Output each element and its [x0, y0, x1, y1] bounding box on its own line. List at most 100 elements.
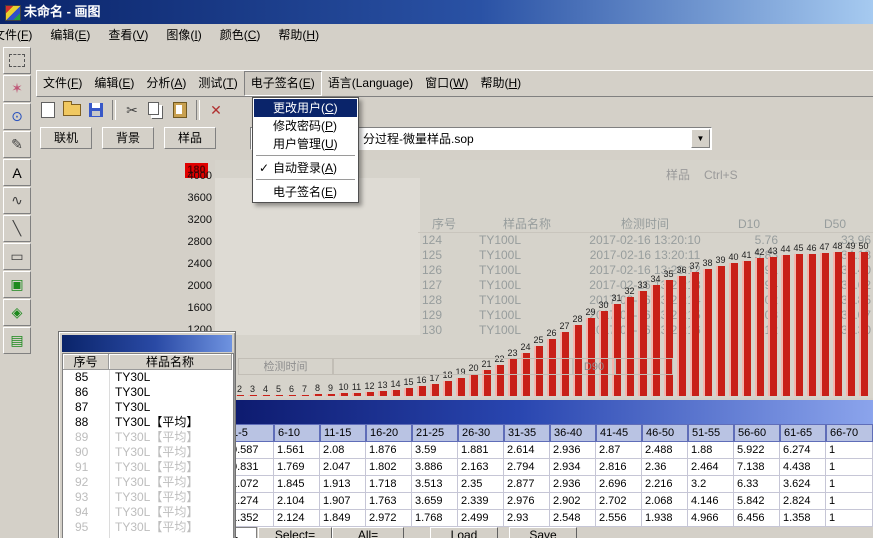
app-menu-item-3[interactable]: 分析(A) — [140, 72, 192, 95]
new-file-icon[interactable] — [37, 99, 59, 121]
dist-cell: 2.36 — [642, 459, 688, 476]
green-tool-3[interactable]: ▤ — [3, 327, 31, 354]
paint-menu-item-2[interactable]: 编辑(E) — [41, 24, 99, 46]
dist-cell: 5.842 — [734, 493, 780, 510]
list-item-cell[interactable]: TY30L【平均】 — [109, 415, 234, 430]
dist-cell: 1.802 — [366, 459, 412, 476]
dist-cell: 2.464 — [688, 459, 734, 476]
sample-table-cell: 2017-02-16 13:20:13 — [575, 278, 715, 293]
list-item-cell[interactable]: TY30L — [109, 400, 234, 415]
app-menu-item-1[interactable]: 文件(F) — [37, 72, 88, 95]
sample-table-cell: 34.85 — [799, 293, 873, 308]
rectangle-tool[interactable]: ▭ — [3, 243, 31, 270]
dist-cell: 1.907 — [320, 493, 366, 510]
background-header-cell-1: 检测时间 — [238, 358, 333, 375]
menu-item-7[interactable]: 电子签名(E) — [254, 183, 357, 201]
combobox-dropdown-arrow-icon[interactable]: ▼ — [691, 129, 710, 148]
dist-cell: 1.763 — [366, 493, 412, 510]
pencil-tool[interactable]: ✎ — [3, 131, 31, 158]
selection-rect-icon — [9, 54, 25, 67]
sample-table-cell: TY100L — [471, 293, 591, 308]
dist-cell: 2.87 — [596, 442, 642, 459]
app-menu-item-4[interactable]: 测试(T) — [192, 72, 243, 95]
dist-header-8: 36-40 — [550, 424, 596, 442]
menu-separator — [256, 155, 355, 157]
delete-icon[interactable]: ✕ — [205, 99, 227, 121]
distribution-window-title-bar[interactable] — [228, 400, 873, 424]
sample-table-cell: 5.83 — [720, 248, 778, 263]
dist-cell: 7.138 — [734, 459, 780, 476]
sample-window-title-text: 样品 — [666, 168, 690, 182]
list-item-cell: TY30L【平均】 — [109, 505, 234, 520]
paint-menu-item-1[interactable]: 文件(F) — [0, 24, 41, 46]
footer-button-select[interactable]: Select= — [258, 527, 332, 538]
dist-cell: 3.59 — [412, 442, 458, 459]
cut-icon[interactable]: ✂ — [121, 99, 143, 121]
dist-cell: 2.614 — [504, 442, 550, 459]
y-axis-tick: 1600 — [178, 302, 212, 315]
dist-cell: 1.769 — [274, 459, 320, 476]
green-tool-2[interactable]: ◈ — [3, 299, 31, 326]
footer-button-save[interactable]: Save — [509, 527, 577, 538]
curve-tool[interactable]: ∿ — [3, 187, 31, 214]
dist-cell: 2.934 — [550, 459, 596, 476]
app-menu-item-7[interactable]: 窗口(W) — [419, 72, 474, 95]
sample-table-cell: 34.40 — [799, 263, 873, 278]
dist-cell: 2.047 — [320, 459, 366, 476]
menu-item-label: 更改用户(C) — [273, 101, 338, 115]
green-tool-1[interactable]: ▣ — [3, 271, 31, 298]
select-tool[interactable] — [3, 47, 31, 74]
sample-table-cell: 2017-02-16 13:20:14 — [575, 293, 715, 308]
toolbar-button-2[interactable]: 背景 — [102, 127, 154, 149]
menu-item-label: 电子签名(E) — [273, 185, 337, 199]
paint-menu-item-5[interactable]: 颜色(C) — [211, 24, 270, 46]
line-tool[interactable]: ╲ — [3, 215, 31, 242]
new-file-icon — [41, 102, 55, 118]
sample-table-cell: TY100L — [471, 233, 591, 248]
menu-item-3[interactable]: 用户管理(U) — [254, 135, 357, 153]
dist-cell: 2.816 — [596, 459, 642, 476]
magnifier-tool[interactable]: ⊙ — [3, 103, 31, 130]
list-item-cell: TY30L【平均】 — [109, 475, 234, 490]
menu-item-1[interactable]: 更改用户(C) — [254, 99, 357, 117]
paint-menu-item-4[interactable]: 图像(I) — [157, 24, 210, 46]
paste-icon[interactable] — [169, 99, 191, 121]
menu-item-2[interactable]: 修改密码(P) — [254, 117, 357, 135]
list-item-cell[interactable]: TY30L — [109, 370, 234, 385]
footer-button-load[interactable]: Load — [430, 527, 498, 538]
app-menu-item-5[interactable]: 电子签名(E) — [244, 71, 322, 96]
app-menu-item-2[interactable]: 编辑(E) — [88, 72, 140, 95]
dist-cell: 2.972 — [366, 510, 412, 527]
footer-button-all[interactable]: All= — [332, 527, 404, 538]
paint-menu-item-3[interactable]: 查看(V) — [99, 24, 157, 46]
open-file-icon[interactable] — [61, 99, 83, 121]
sample-list-title-bar[interactable] — [62, 335, 232, 352]
sample-table-cell: 2017-02-16 13:20:16 — [575, 323, 715, 338]
menu-item-label: 修改密码(P) — [273, 119, 337, 133]
toolbar-button-1[interactable]: 联机 — [40, 127, 92, 149]
toolbar-button-3[interactable]: 样品 — [164, 127, 216, 149]
list-item-cell[interactable]: TY30L — [109, 385, 234, 400]
paint-app-icon — [5, 5, 21, 21]
freeform-select-tool[interactable]: ✶ — [3, 75, 31, 102]
list-item-cell: TY30L【平均】 — [109, 430, 234, 445]
menu-item-5[interactable]: ✓自动登录(A) — [254, 159, 357, 177]
sample-list-header-1: 序号 — [63, 354, 109, 370]
dist-cell: 3.624 — [780, 476, 826, 493]
dist-cell: 3.886 — [412, 459, 458, 476]
sample-table-cell: 5.76 — [720, 233, 778, 248]
dist-cell: 1.768 — [412, 510, 458, 527]
dist-cell: 2.35 — [458, 476, 504, 493]
save-file-icon[interactable] — [85, 99, 107, 121]
copy-icon[interactable] — [145, 99, 167, 121]
y-axis-tick: 2800 — [178, 236, 212, 249]
paint-window-title: 未命名 - 画图 — [24, 4, 101, 19]
dist-cell: 4.146 — [688, 493, 734, 510]
sample-window-title: 样品Ctrl+S — [666, 166, 752, 183]
sample-table-cell: 5.94 — [720, 278, 778, 293]
app-menu-item-6[interactable]: 语言(Language) — [322, 72, 419, 95]
text-tool[interactable]: A — [3, 159, 31, 186]
dist-cell: 2.824 — [780, 493, 826, 510]
paint-menu-item-6[interactable]: 帮助(H) — [269, 24, 328, 46]
app-menu-item-8[interactable]: 帮助(H) — [474, 72, 527, 95]
